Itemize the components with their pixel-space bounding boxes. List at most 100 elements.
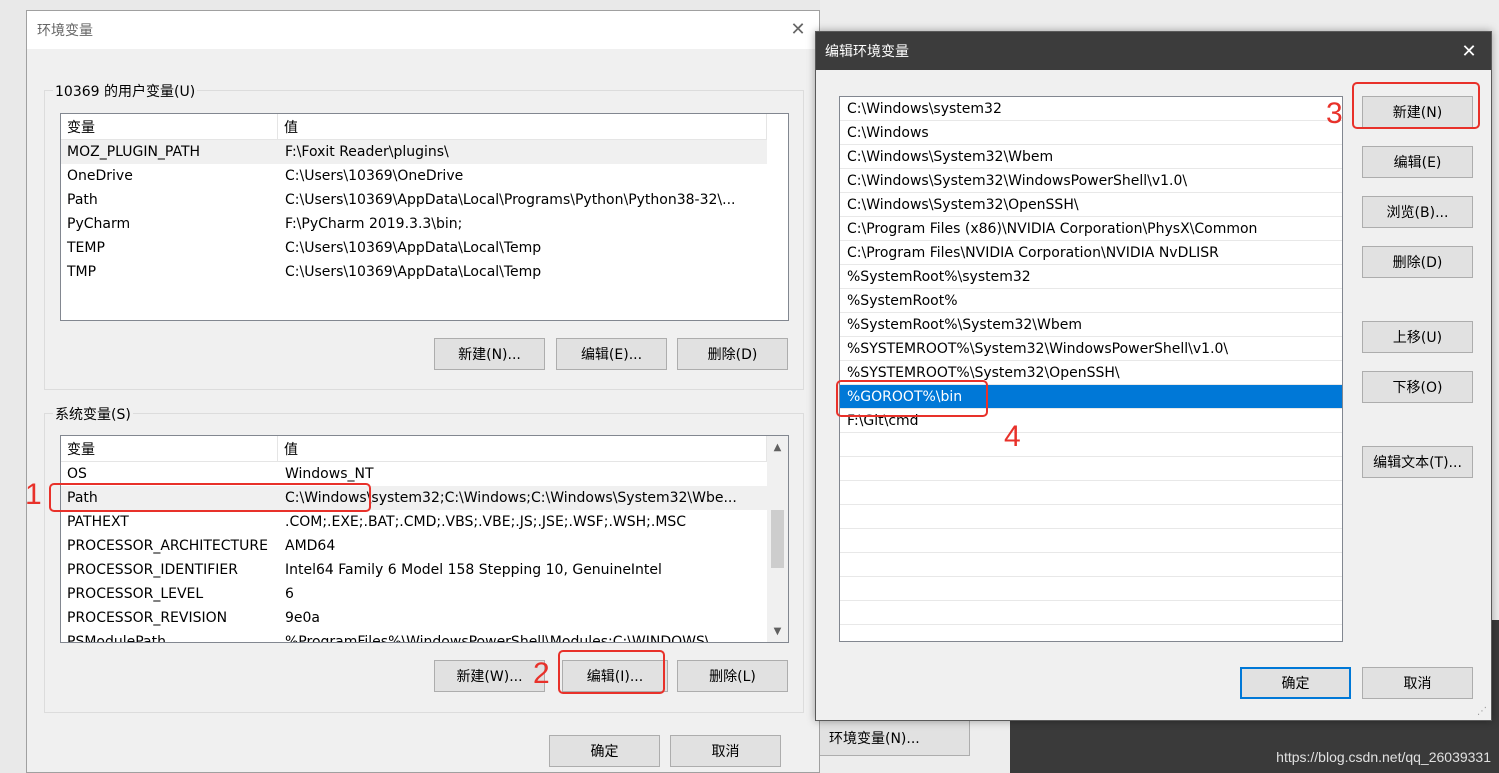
environment-variables-button[interactable]: 环境变量(N)... xyxy=(818,720,970,756)
system-variables-group: 系统变量(S) 变量 值 OS Windows_NT Path C:\Windows\… xyxy=(44,404,804,713)
dialog-title: 编辑环境变量 xyxy=(825,44,909,60)
table-row[interactable]: Path C:\Users\10369\AppData\Local\Program… xyxy=(61,188,767,212)
list-item[interactable]: %SYSTEMROOT%\System32\OpenSSH\ xyxy=(840,361,1342,385)
list-item[interactable]: %GOROOT%\bin xyxy=(840,385,1342,409)
scrollbar-thumb[interactable] xyxy=(771,510,784,568)
table-row[interactable]: PROCESSOR_REVISION 9e0a xyxy=(61,606,767,630)
edit-path-button[interactable]: 编辑(E) xyxy=(1362,146,1473,178)
ok-button[interactable]: 确定 xyxy=(549,735,660,767)
list-item[interactable]: %SystemRoot% xyxy=(840,289,1342,313)
user-variables-list[interactable]: 变量 值 MOZ_PLUGIN_PATH F:\Foxit Reader\plug… xyxy=(60,113,789,321)
variable-name-cell: OS xyxy=(67,466,87,482)
annotation-number: 1 xyxy=(25,478,42,511)
variable-name-cell: MOZ_PLUGIN_PATH xyxy=(67,144,201,160)
empty-list-item[interactable] xyxy=(840,625,1342,641)
dialog-title: 环境变量 xyxy=(37,23,93,39)
move-down-button[interactable]: 下移(O) xyxy=(1362,371,1473,403)
table-row[interactable]: PROCESSOR_LEVEL 6 xyxy=(61,582,767,606)
user-variables-label: 10369 的用户变量(U) xyxy=(53,81,198,101)
empty-list-item[interactable] xyxy=(840,433,1342,457)
table-row[interactable]: OneDrive C:\Users\10369\OneDrive xyxy=(61,164,767,188)
table-row[interactable]: MOZ_PLUGIN_PATH F:\Foxit Reader\plugins\ xyxy=(61,140,767,164)
dialog-title-bar: 环境变量 xyxy=(27,11,819,49)
empty-list-item[interactable] xyxy=(840,529,1342,553)
variable-value-cell: C:\Users\10369\AppData\Local\Temp xyxy=(285,264,542,280)
list-item[interactable]: C:\Windows\System32\WindowsPowerShell\v1… xyxy=(840,169,1342,193)
empty-list-item[interactable] xyxy=(840,481,1342,505)
table-row[interactable]: Path C:\Windows\system32;C:\Windows;C:\Wi… xyxy=(61,486,767,510)
list-item[interactable]: C:\Windows\System32\Wbem xyxy=(840,145,1342,169)
user-variables-group: 10369 的用户变量(U) 变量 值 MOZ_PLUGIN_PATH F:\Fo… xyxy=(44,81,804,390)
system-variables-list[interactable]: 变量 值 OS Windows_NT Path C:\Windows\system32… xyxy=(60,435,789,643)
watermark: https://blog.csdn.net/qq_26039331 xyxy=(1276,749,1491,765)
scroll-down-icon[interactable]: ▼ xyxy=(767,622,788,640)
cancel-button[interactable]: 取消 xyxy=(670,735,781,767)
column-header-variable[interactable]: 变量 xyxy=(61,114,278,139)
path-list[interactable]: C:\Windows\system32 C:\Windows C:\Windows\… xyxy=(839,96,1343,642)
table-row[interactable]: PyCharm F:\PyCharm 2019.3.3\bin; xyxy=(61,212,767,236)
variable-name-cell: PSModulePath xyxy=(67,634,166,643)
list-item[interactable]: C:\Windows xyxy=(840,121,1342,145)
variable-value-cell: C:\Users\10369\OneDrive xyxy=(285,168,464,184)
user-edit-button[interactable]: 编辑(E)... xyxy=(556,338,667,370)
scroll-up-icon[interactable]: ▲ xyxy=(767,438,788,456)
close-icon[interactable]: ✕ xyxy=(1457,39,1481,63)
table-row[interactable]: TMP C:\Users\10369\AppData\Local\Temp xyxy=(61,260,767,284)
table-row[interactable]: PROCESSOR_ARCHITECTURE AMD64 xyxy=(61,534,767,558)
column-header-value[interactable]: 值 xyxy=(278,114,767,139)
table-row[interactable]: OS Windows_NT xyxy=(61,462,767,486)
cancel-button[interactable]: 取消 xyxy=(1362,667,1473,699)
browse-button[interactable]: 浏览(B)... xyxy=(1362,196,1473,228)
variable-value-cell: F:\Foxit Reader\plugins\ xyxy=(285,144,449,160)
resize-grip-icon[interactable]: ⋰ xyxy=(1477,706,1489,718)
variable-value-cell: AMD64 xyxy=(285,538,336,554)
column-header-value[interactable]: 值 xyxy=(278,436,767,461)
list-item[interactable]: F:\Git\cmd xyxy=(840,409,1342,433)
list-item[interactable]: %SystemRoot%\system32 xyxy=(840,265,1342,289)
table-row[interactable]: PSModulePath %ProgramFiles%\WindowsPowerS… xyxy=(61,630,767,643)
table-row[interactable]: TEMP C:\Users\10369\AppData\Local\Temp xyxy=(61,236,767,260)
table-row[interactable]: PATHEXT .COM;.EXE;.BAT;.CMD;.VBS;.VBE;.JS… xyxy=(61,510,767,534)
vertical-scrollbar[interactable]: ▲ ▼ xyxy=(767,436,788,642)
variable-value-cell: %ProgramFiles%\WindowsPowerShell\Modules… xyxy=(285,634,723,643)
system-variables-label: 系统变量(S) xyxy=(53,404,133,424)
list-item[interactable]: C:\Program Files\NVIDIA Corporation\NVID… xyxy=(840,241,1342,265)
empty-list-item[interactable] xyxy=(840,601,1342,625)
empty-list-item[interactable] xyxy=(840,457,1342,481)
new-path-button[interactable]: 新建(N) xyxy=(1362,96,1473,128)
column-header-variable[interactable]: 变量 xyxy=(61,436,278,461)
empty-list-item[interactable] xyxy=(840,505,1342,529)
variable-name-cell: Path xyxy=(67,192,98,208)
ok-button[interactable]: 确定 xyxy=(1240,667,1351,699)
variable-name-cell: PROCESSOR_REVISION xyxy=(67,610,228,626)
empty-list-item[interactable] xyxy=(840,553,1342,577)
close-icon[interactable]: ✕ xyxy=(787,18,809,40)
variable-name-cell: PyCharm xyxy=(67,216,131,232)
user-new-button[interactable]: 新建(N)... xyxy=(434,338,545,370)
system-new-button[interactable]: 新建(W)... xyxy=(434,660,545,692)
list-item[interactable]: %SystemRoot%\System32\Wbem xyxy=(840,313,1342,337)
system-edit-button[interactable]: 编辑(I)... xyxy=(562,660,668,692)
variable-value-cell: Windows_NT xyxy=(285,466,374,482)
table-row[interactable]: PROCESSOR_IDENTIFIER Intel64 Family 6 Mod… xyxy=(61,558,767,582)
variable-name-cell: TEMP xyxy=(67,240,105,256)
empty-list-item[interactable] xyxy=(840,577,1342,601)
variable-name-cell: Path xyxy=(67,490,98,506)
move-up-button[interactable]: 上移(U) xyxy=(1362,321,1473,353)
annotation-number: 4 xyxy=(1004,420,1021,453)
system-delete-button[interactable]: 删除(L) xyxy=(677,660,788,692)
edit-environment-variable-dialog: 编辑环境变量 ✕ C:\Windows\system32 C:\Windows C:… xyxy=(815,31,1492,721)
user-delete-button[interactable]: 删除(D) xyxy=(677,338,788,370)
list-item[interactable]: C:\Windows\System32\OpenSSH\ xyxy=(840,193,1342,217)
variable-name-cell: OneDrive xyxy=(67,168,133,184)
variable-value-cell: F:\PyCharm 2019.3.3\bin; xyxy=(285,216,463,232)
list-item[interactable]: %SYSTEMROOT%\System32\WindowsPowerShell\… xyxy=(840,337,1342,361)
list-item[interactable]: C:\Program Files (x86)\NVIDIA Corporatio… xyxy=(840,217,1342,241)
delete-path-button[interactable]: 删除(D) xyxy=(1362,246,1473,278)
variable-value-cell: C:\Windows\system32;C:\Windows;C:\Window… xyxy=(285,490,737,506)
list-item[interactable]: C:\Windows\system32 xyxy=(840,97,1342,121)
variable-name-cell: PATHEXT xyxy=(67,514,129,530)
variable-value-cell: 9e0a xyxy=(285,610,321,626)
edit-text-button[interactable]: 编辑文本(T)... xyxy=(1362,446,1473,478)
list-header: 变量 值 xyxy=(61,114,767,140)
